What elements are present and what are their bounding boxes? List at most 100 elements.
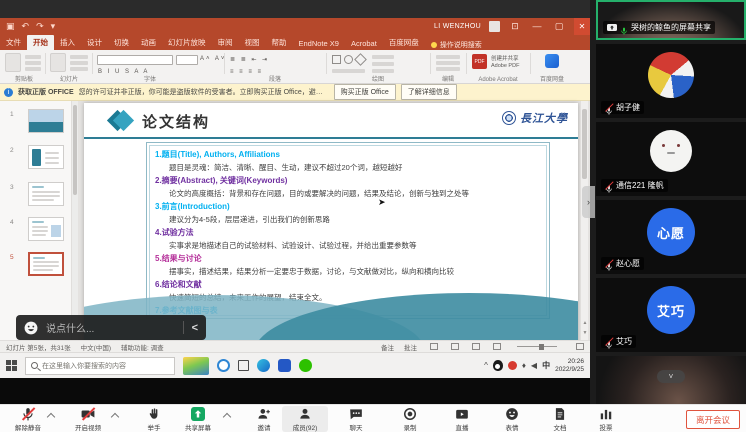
tray-red-icon[interactable]	[508, 361, 517, 370]
taskbar-search[interactable]: 在这里输入你要搜索的内容	[25, 357, 175, 375]
tab-file[interactable]: 文件	[0, 35, 27, 50]
volume-icon[interactable]: ◀	[531, 361, 537, 370]
slide-thumbnail-2[interactable]	[28, 145, 64, 169]
fit-to-window-icon[interactable]	[576, 343, 584, 350]
tab-design[interactable]: 设计	[81, 35, 108, 50]
redo-icon[interactable]: ↷	[36, 18, 44, 35]
previous-slide-icon[interactable]: ▲	[581, 320, 589, 326]
shape-fill-button[interactable]	[372, 62, 394, 66]
tab-baidu[interactable]: 百度网盘	[383, 35, 425, 50]
participant-tile-partial[interactable]: ˅	[596, 356, 746, 404]
new-slide-button[interactable]	[50, 53, 66, 72]
shape-outline-button[interactable]	[372, 69, 394, 73]
reactions-button[interactable]: 表情	[486, 407, 538, 432]
members-button[interactable]: 成员(92)	[279, 407, 331, 432]
cortana-icon[interactable]	[217, 359, 230, 372]
slide-thumbnail-1[interactable]	[28, 109, 64, 133]
next-slide-icon[interactable]: ▼	[581, 330, 589, 336]
unmute-options-chevron[interactable]	[48, 412, 54, 418]
avatar[interactable]	[489, 21, 500, 32]
arrange-button[interactable]	[332, 69, 365, 73]
live-button[interactable]: 直播	[436, 407, 488, 432]
record-button[interactable]: 录制	[384, 407, 436, 432]
unmute-button[interactable]: 解除静音	[2, 407, 54, 432]
shape-diamond-button[interactable]	[354, 53, 367, 66]
acrobat-pdf-icon[interactable]: PDF	[472, 54, 487, 69]
docs-button[interactable]: 文档	[534, 407, 586, 432]
reset-button[interactable]	[70, 61, 88, 65]
chevron-down-icon[interactable]: ˅	[657, 370, 685, 383]
chat-button[interactable]: 聊天	[330, 407, 382, 432]
start-video-button[interactable]: 开启视频	[62, 407, 114, 432]
format-painter-button[interactable]	[25, 67, 41, 71]
paste-button[interactable]	[5, 53, 21, 72]
select-button[interactable]	[436, 67, 460, 71]
emoji-icon[interactable]	[24, 321, 38, 335]
quick-styles-button[interactable]	[372, 55, 394, 59]
tell-me-box[interactable]: 操作说明搜索	[431, 40, 482, 50]
start-button-icon[interactable]	[6, 360, 17, 371]
quick-access-toolbar[interactable]: ▣ ↶ ↷ ▾	[6, 18, 55, 35]
tab-acrobat[interactable]: Acrobat	[345, 37, 383, 50]
tray-expand-icon[interactable]: ^	[484, 361, 488, 370]
close-icon[interactable]: ✕	[574, 18, 590, 35]
tray-mic-icon[interactable]: ♦	[522, 361, 526, 370]
language-indicator[interactable]: 中文(中国)	[81, 342, 111, 352]
find-button[interactable]	[436, 55, 460, 59]
chat-input-overlay[interactable]: 说点什么... <	[16, 315, 206, 340]
participant-tile[interactable]: 心愿 赵心愿	[596, 200, 746, 274]
participant-tile-screen-share[interactable]: 哭树的鲸鱼的屏幕共享	[596, 0, 746, 40]
share-screen-button[interactable]: 共享屏幕	[172, 407, 224, 432]
slide-thumbnail-3[interactable]	[28, 182, 64, 206]
tab-animations[interactable]: 动画	[135, 35, 162, 50]
meeting-app-icon[interactable]	[278, 359, 291, 372]
slide-sorter-view-icon[interactable]	[451, 343, 459, 350]
chat-input[interactable]: 说点什么...	[46, 320, 175, 335]
shape-rect-button[interactable]	[332, 55, 341, 64]
video-options-chevron[interactable]	[112, 412, 118, 418]
ribbon-options-icon[interactable]: ⊡	[508, 18, 522, 35]
tab-home[interactable]: 开始	[27, 35, 54, 50]
minimize-icon[interactable]: —	[530, 18, 544, 35]
thumbnail-scrollbar[interactable]	[72, 101, 78, 340]
baidu-netdisk-icon[interactable]	[545, 54, 559, 68]
copy-button[interactable]	[25, 61, 41, 65]
sidebar-collapse-handle[interactable]: ›	[582, 186, 595, 218]
tab-insert[interactable]: 插入	[54, 35, 81, 50]
ime-indicator[interactable]: 中	[542, 360, 550, 371]
replace-button[interactable]	[436, 61, 460, 65]
restore-icon[interactable]: ▢	[552, 18, 566, 35]
participant-tile[interactable]: 通信221 隆帆	[596, 122, 746, 196]
notes-button[interactable]: 备注	[381, 342, 394, 352]
zoom-slider[interactable]	[517, 346, 557, 347]
learn-more-button[interactable]: 了解详细信息	[401, 84, 457, 100]
section-button[interactable]	[70, 67, 88, 71]
tab-slideshow[interactable]: 幻灯片放映	[162, 35, 212, 50]
tab-transitions[interactable]: 切换	[108, 35, 135, 50]
leave-meeting-button[interactable]: 离开会议	[686, 410, 740, 429]
undo-icon[interactable]: ↶	[22, 18, 30, 35]
clock[interactable]: 20:26 2022/9/25	[555, 358, 584, 374]
normal-view-icon[interactable]	[430, 343, 438, 350]
tab-view[interactable]: 视图	[239, 35, 266, 50]
buy-genuine-office-button[interactable]: 购买正版 Office	[334, 84, 396, 100]
participant-tile[interactable]: 胡子健	[596, 44, 746, 118]
qq-icon[interactable]	[493, 360, 503, 371]
chat-collapse-icon[interactable]: <	[192, 322, 198, 334]
tab-help[interactable]: 帮助	[266, 35, 293, 50]
accessibility-status[interactable]: 辅助功能: 调查	[121, 342, 164, 352]
grow-shrink-font-buttons[interactable]: A˄ A˅	[200, 56, 226, 62]
participant-tile[interactable]: 艾巧 艾巧	[596, 278, 746, 352]
share-options-chevron[interactable]	[224, 412, 230, 418]
font-name-combo[interactable]	[97, 55, 173, 65]
poll-button[interactable]: 投票	[580, 407, 632, 432]
slide-thumbnail-5-selected[interactable]	[28, 252, 64, 276]
shape-ellipse-button[interactable]	[344, 55, 353, 64]
slide-thumbnail-4[interactable]	[28, 217, 64, 241]
layout-button[interactable]	[70, 55, 88, 59]
list-buttons[interactable]: ≣ ≣ ⇤ ⇥	[230, 56, 269, 63]
weather-widget[interactable]	[183, 357, 209, 375]
font-size-combo[interactable]	[176, 55, 198, 65]
tab-review[interactable]: 审阅	[212, 35, 239, 50]
edge-browser-icon[interactable]	[257, 359, 270, 372]
